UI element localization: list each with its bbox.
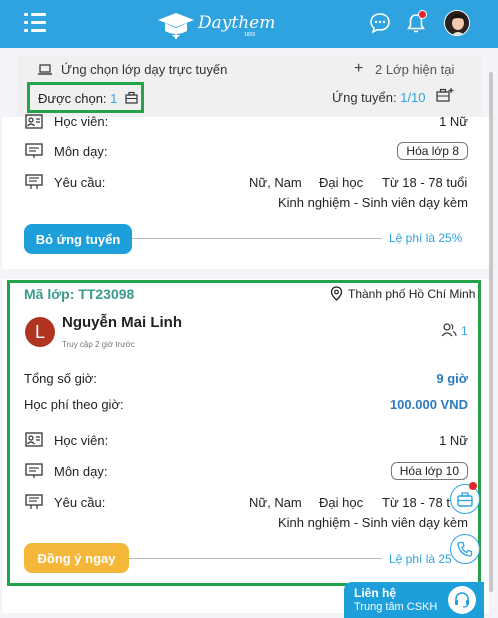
- contact-support-button[interactable]: Liên hệ Trung tâm CSKH: [344, 582, 484, 618]
- req-experience: Kinh nghiệm - Sinh viên dạy kèm: [277, 515, 468, 530]
- requirements-icon: [25, 494, 43, 509]
- withdraw-application-button[interactable]: Bỏ ứng tuyển: [24, 224, 132, 254]
- notification-dot: [469, 482, 477, 490]
- people-count: 1: [461, 324, 468, 338]
- online-classes-label[interactable]: Ứng chọn lớp dạy trực tuyến: [61, 62, 227, 77]
- avatar[interactable]: L: [25, 317, 55, 347]
- menu-icon[interactable]: [24, 13, 46, 33]
- notification-dot: [418, 10, 427, 19]
- accept-now-button[interactable]: Đồng ý ngay: [24, 543, 129, 573]
- student-icon: [25, 432, 43, 447]
- req-age: Từ 18 - 78 t: [382, 495, 450, 510]
- headset-icon: [448, 586, 476, 614]
- laptop-icon: [38, 64, 52, 75]
- req-level: Đại học: [319, 495, 364, 510]
- req-level: Đại học: [319, 175, 364, 190]
- fee-text: Lệ phí là 25: [389, 552, 452, 566]
- divider: [132, 238, 382, 239]
- person-name[interactable]: Nguyễn Mai Linh: [62, 314, 182, 331]
- chosen-count: 1: [110, 91, 118, 106]
- phone-icon: [457, 541, 473, 557]
- req-experience: Kinh nghiệm - Sinh viên dạy kèm: [277, 195, 468, 210]
- requirements-label: Yêu cầu:: [54, 175, 106, 190]
- people-icon: [441, 323, 457, 337]
- divider: [129, 558, 382, 559]
- subject-icon: [25, 463, 43, 478]
- req-age: Từ 18 - 78 tuổi: [382, 175, 468, 190]
- contact-title: Liên hệ: [354, 586, 397, 600]
- fee-text: Lệ phí là 25%: [389, 231, 463, 245]
- top-bar: Daythem 1809: [0, 0, 498, 48]
- student-icon: [25, 114, 43, 129]
- subject-tag: Hóa lớp 10: [390, 462, 468, 480]
- plus-icon[interactable]: +: [354, 60, 363, 78]
- city: Thành phố Hồ Chí Minh: [348, 287, 476, 301]
- req-gender: Nữ, Nam: [249, 495, 302, 510]
- students-label: Học viên:: [54, 114, 109, 129]
- location-pin-icon: [330, 286, 343, 301]
- requirements-label: Yêu cầu:: [54, 495, 106, 510]
- briefcase-icon: [125, 91, 138, 104]
- students-value: 1 Nữ: [439, 433, 468, 448]
- briefcase-icon: [457, 491, 473, 507]
- current-classes-label[interactable]: 2 Lớp hiện tại: [375, 62, 454, 77]
- briefcase-add-icon[interactable]: [436, 87, 454, 103]
- subject-tag: Hóa lớp 8: [397, 142, 468, 160]
- subject-icon: [25, 143, 43, 158]
- hours-value: 9 giờ: [436, 371, 468, 386]
- applied-label: Ứng tuyển:: [332, 90, 397, 105]
- class-code[interactable]: Mã lớp: TT23098: [24, 286, 134, 302]
- last-access: Truy cập 2 giờ trước: [62, 340, 135, 349]
- req-gender: Nữ, Nam: [249, 175, 302, 190]
- applied-count: 1/10: [400, 90, 426, 105]
- phone-float-button[interactable]: [450, 534, 480, 564]
- students-label: Học viên:: [54, 433, 109, 448]
- logo-text: Daythem: [198, 13, 276, 33]
- fee-per-hour-value: 100.000 VND: [389, 397, 468, 412]
- chosen-filter[interactable]: Được chọn: 1: [27, 82, 144, 113]
- scrollbar[interactable]: [489, 72, 493, 592]
- avatar[interactable]: [444, 10, 470, 36]
- chosen-label: Được chọn:: [38, 91, 107, 106]
- subject-label: Môn dạy:: [54, 464, 108, 479]
- students-value: 1 Nữ: [439, 114, 468, 129]
- logo[interactable]: Daythem 1809: [156, 10, 275, 40]
- hours-label: Tổng số giờ:: [24, 371, 97, 386]
- graduation-cap-icon: [158, 13, 194, 39]
- contact-subtitle: Trung tâm CSKH: [354, 601, 438, 613]
- logo-subtext: 1809: [244, 32, 256, 38]
- requirements-icon: [25, 174, 43, 189]
- fee-per-hour-label: Học phí theo giờ:: [24, 397, 124, 412]
- subject-label: Môn dạy:: [54, 144, 108, 159]
- chat-icon[interactable]: [369, 12, 391, 34]
